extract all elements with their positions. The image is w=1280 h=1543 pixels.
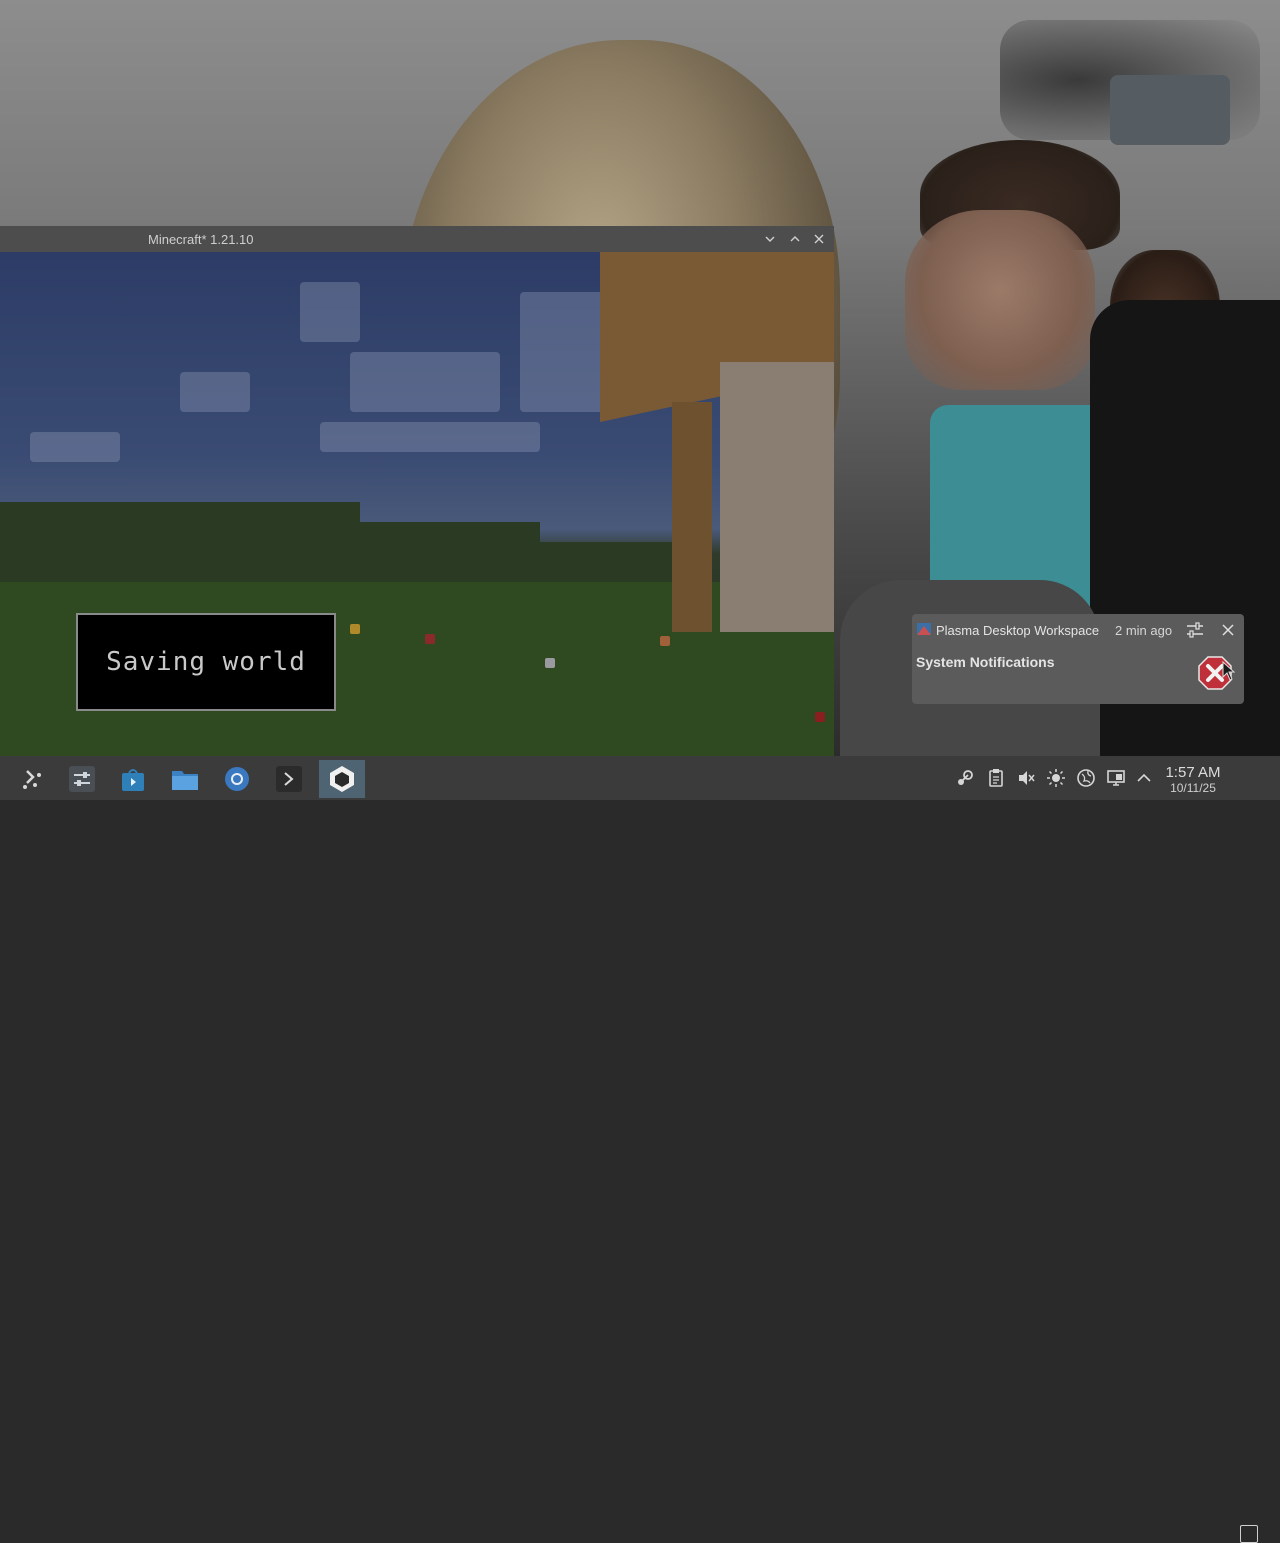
network-tray-button[interactable] [1076,768,1096,788]
network-globe-icon [1077,769,1095,787]
show-desktop-button[interactable] [1240,1525,1258,1543]
cloud [320,422,540,452]
file-manager-button[interactable] [164,760,206,798]
steam-icon [958,770,973,785]
notification-close-button[interactable] [1218,620,1238,640]
launcher-icon [23,770,41,789]
store-bag-icon [122,769,144,791]
display-icon [1107,770,1125,786]
expand-tray-button[interactable] [1134,768,1154,788]
chevron-up-icon [790,236,800,242]
house-wall [720,362,834,632]
notification-app-name: Plasma Desktop Workspace [936,623,1100,638]
clipboard-tray-button[interactable] [986,768,1006,788]
expand-tray-icon [1137,773,1151,782]
wallpaper-phone [1110,75,1230,145]
close-button[interactable] [810,230,828,248]
close-icon [1222,624,1234,636]
discover-store-button[interactable] [112,760,154,798]
house-post [672,402,712,632]
browser-icon [225,767,249,791]
brightness-tray-button[interactable] [1046,768,1066,788]
minecraft-launcher-icon [330,766,354,792]
brightness-icon [1047,769,1065,787]
close-icon [814,234,824,244]
browser-button[interactable] [216,760,258,798]
clock-date[interactable]: 10/11/25 [1160,781,1226,795]
cloud [520,292,610,412]
flower [425,634,435,644]
cloud [30,432,120,462]
maximize-button[interactable] [786,230,804,248]
cloud [350,352,500,412]
terminal-icon [276,766,302,792]
notification-popup[interactable]: Plasma Desktop Workspace 2 min ago Syste… [912,614,1244,704]
wallpaper-face [905,210,1095,390]
window-titlebar[interactable]: Minecraft* 1.21.10 [0,226,834,252]
chevron-down-icon [765,236,775,242]
notification-title: System Notifications [916,654,1055,670]
volume-tray-button[interactable] [1016,768,1036,788]
minecraft-window[interactable]: Minecraft* 1.21.10 Saving world [0,226,834,756]
settings-sliders-icon [69,766,95,792]
clipboard-icon [989,769,1003,787]
cloud [300,282,360,342]
clock-time[interactable]: 1:57 AM [1160,764,1226,781]
flower [350,624,360,634]
flower [815,712,825,722]
folder-icon [172,771,198,790]
display-tray-button[interactable] [1106,768,1126,788]
notification-time: 2 min ago [1115,623,1173,638]
volume-muted-icon [1019,771,1035,785]
plasma-app-icon [917,623,931,635]
mouse-cursor-icon [1222,661,1236,681]
saving-world-overlay: Saving world [76,613,336,711]
terminal-button[interactable] [268,760,310,798]
system-settings-button[interactable] [61,760,103,798]
taskbar [0,756,1280,1543]
minecraft-task-button[interactable] [319,760,365,798]
cloud [180,372,250,412]
flower [660,636,670,646]
application-launcher-button[interactable] [12,760,54,798]
flower [545,658,555,668]
steam-tray-button[interactable] [955,768,975,788]
saving-world-text: Saving world [106,647,306,677]
minimize-button[interactable] [761,230,779,248]
game-viewport[interactable]: Saving world [0,252,834,756]
window-title: Minecraft* 1.21.10 [148,232,254,247]
notification-settings-button[interactable] [1185,620,1205,640]
sliders-icon [1187,622,1203,638]
